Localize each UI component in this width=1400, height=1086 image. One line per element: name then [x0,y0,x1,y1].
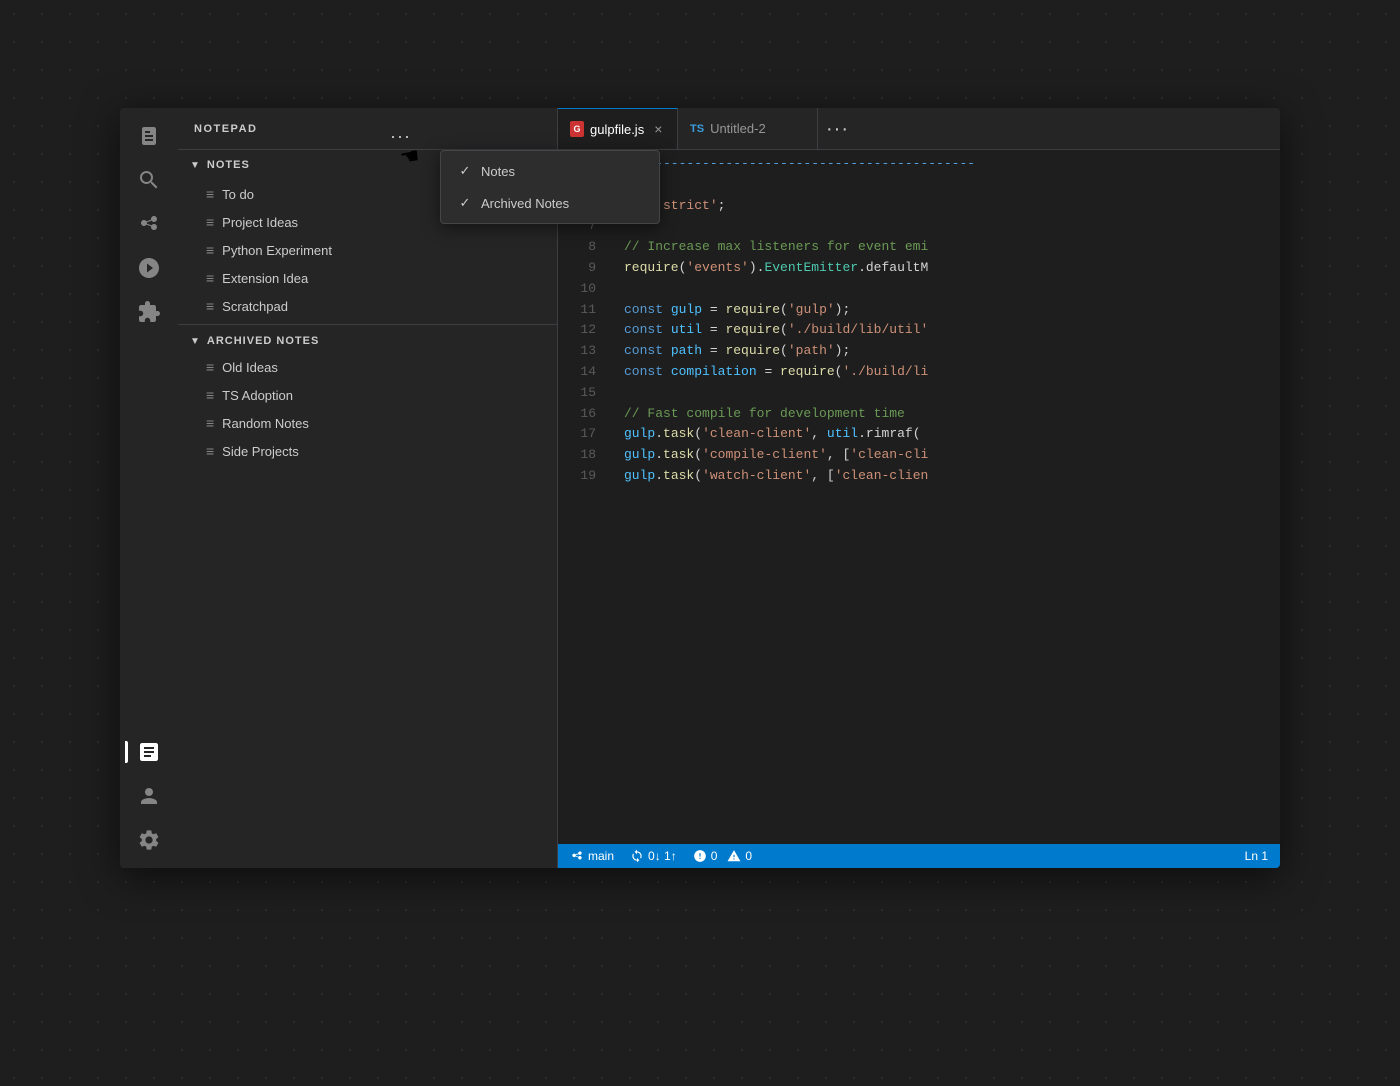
note-item-side-projects[interactable]: ≡ Side Projects [178,437,557,465]
code-line-19: gulp.task('watch-client', ['clean-clien [624,466,1280,487]
status-position[interactable]: Ln 1 [1245,849,1268,863]
tab-gulpfile[interactable]: G gulpfile.js × [558,108,678,149]
code-line-14: const compilation = require('./build/li [624,362,1280,383]
archived-notes-list: ≡ Old Ideas ≡ TS Adoption ≡ Random Notes… [178,353,557,465]
note-item-ts-adoption[interactable]: ≡ TS Adoption [178,381,557,409]
note-icon: ≡ [206,214,214,230]
tab-gulpfile-label: gulpfile.js [590,122,644,137]
section-label-notes: NOTES [207,159,250,171]
code-line-8: // Increase max listeners for event emi [624,237,1280,258]
note-icon: ≡ [206,415,214,431]
note-icon: ≡ [206,270,214,286]
status-bar: main 0↓ 1↑ 0 0 Ln 1 [558,844,1280,868]
sync-icon [630,849,644,863]
editor-area: G gulpfile.js × TS Untitled-2 ··· 4 5 6 … [558,108,1280,868]
activity-icon-notepad[interactable] [129,732,169,772]
error-icon [693,849,707,863]
code-line-12: const util = require('./build/lib/util' [624,320,1280,341]
activity-icon-source-control[interactable] [129,204,169,244]
activity-icon-debug[interactable] [129,248,169,288]
three-dots-label: ··· [826,119,849,139]
activity-icon-files[interactable] [129,116,169,156]
note-icon: ≡ [206,242,214,258]
status-errors[interactable]: 0 0 [693,849,752,863]
note-icon: ≡ [206,387,214,403]
tab-close-button[interactable]: × [654,122,662,136]
warning-icon [727,849,741,863]
sync-status: 0↓ 1↑ [648,849,677,863]
code-line-6: 'use strict'; [624,196,1280,217]
tab-bar: G gulpfile.js × TS Untitled-2 ··· [558,108,1280,150]
section-divider [178,324,557,325]
tab-untitled2-label: Untitled-2 [710,121,766,136]
more-options-button[interactable]: ··· [818,108,857,150]
line-numbers: 4 5 6 7 8 9 10 11 12 13 14 15 16 17 18 1… [558,150,608,844]
branch-icon [570,849,584,863]
note-icon: ≡ [206,298,214,314]
tab-untitled2[interactable]: TS Untitled-2 [678,108,818,149]
activity-icon-account[interactable] [129,776,169,816]
code-line-11: const gulp = require('gulp'); [624,300,1280,321]
warning-count: 0 [745,849,752,863]
note-icon: ≡ [206,443,214,459]
code-line-9: require('events').EventEmitter.defaultM [624,258,1280,279]
dropdown-item-archived-notes[interactable]: ✓ Archived Notes [558,187,659,219]
error-count: 0 [711,849,718,863]
note-item-random-notes[interactable]: ≡ Random Notes [178,409,557,437]
app-container: NOTEPAD ▼ NOTES + ≡ To do ≡ Project Idea… [120,108,1280,868]
status-branch[interactable]: main [570,849,614,863]
sidebar-header: NOTEPAD [178,108,557,150]
status-sync[interactable]: 0↓ 1↑ [630,849,677,863]
activity-icon-settings[interactable] [129,820,169,860]
code-line-10 [624,279,1280,300]
gulp-icon: G [570,121,584,137]
branch-name: main [588,849,614,863]
code-line-13: const path = require('path'); [624,341,1280,362]
note-item-scratchpad[interactable]: ≡ Scratchpad [178,292,557,320]
chevron-down-icon: ▼ [190,160,201,171]
chevron-down-icon: ▼ [190,336,201,347]
sidebar-title: NOTEPAD [194,123,257,135]
code-line-18: gulp.task('compile-client', ['clean-cli [624,445,1280,466]
code-line-4: *---------------------------------------… [624,154,1280,175]
code-line-5 [624,175,1280,196]
dropdown-item-notes[interactable]: ✓ Notes [558,155,659,187]
section-label-archived: ARCHIVED NOTES [207,335,319,347]
code-line-7 [624,216,1280,237]
dropdown-menu[interactable]: ✓ Notes ✓ Archived Notes [558,150,660,224]
editor-content[interactable]: 4 5 6 7 8 9 10 11 12 13 14 15 16 17 18 1… [558,150,1280,844]
activity-icon-extensions[interactable] [129,292,169,332]
activity-bar [120,108,178,868]
dropdown-label-archived: Archived Notes [558,196,569,211]
code-line-15 [624,383,1280,404]
note-item-python[interactable]: ≡ Python Experiment [178,236,557,264]
ts-icon: TS [690,123,704,135]
cursor-position: Ln 1 [1245,849,1268,863]
activity-icon-search[interactable] [129,160,169,200]
section-header-archived[interactable]: ▼ ARCHIVED NOTES [178,329,557,353]
code-line-17: gulp.task('clean-client', util.rimraf( [624,424,1280,445]
code-line-16: // Fast compile for development time [624,404,1280,425]
note-item-old-ideas[interactable]: ≡ Old Ideas [178,353,557,381]
note-icon: ≡ [206,359,214,375]
code-display: *---------------------------------------… [608,150,1280,844]
note-icon: ≡ [206,186,214,202]
note-item-extension[interactable]: ≡ Extension Idea [178,264,557,292]
